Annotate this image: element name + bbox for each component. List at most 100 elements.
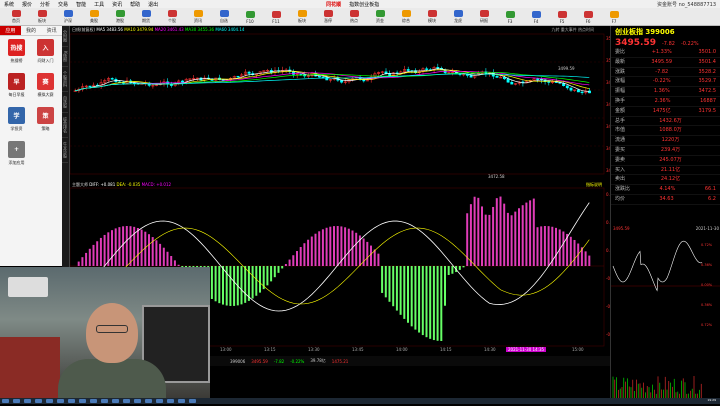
- side-tab-5[interactable]: 牛叉诊股: [62, 138, 68, 163]
- toolbar-button-7[interactable]: 资讯: [186, 9, 210, 24]
- toolbar-icon: [479, 10, 489, 17]
- toolbar-icon: [427, 10, 437, 17]
- indicator-help[interactable]: 指标说明: [586, 182, 602, 188]
- toolbar-button-2[interactable]: 沪深: [56, 9, 80, 24]
- side-tab-0[interactable]: 分时图: [62, 26, 68, 47]
- menu-item-exit[interactable]: 退出: [144, 1, 162, 8]
- toolbar-button-4[interactable]: 港股: [108, 9, 132, 24]
- taskbar-app-icon[interactable]: [112, 399, 119, 403]
- toolbar-button-11[interactable]: 板块: [290, 9, 314, 24]
- macd-bar: [277, 266, 280, 273]
- dea-label: DEA: -0.035: [116, 182, 141, 187]
- toolbar-button-17[interactable]: 龙虎: [446, 9, 470, 24]
- menu-item-system[interactable]: 系统: [0, 1, 18, 8]
- app-6[interactable]: + 添加应用: [3, 141, 30, 173]
- macd-bar: [99, 237, 102, 266]
- indicator-title[interactable]: 主题大师: [72, 182, 88, 187]
- taskbar-app-icon[interactable]: [189, 399, 196, 403]
- chart-top-tabs[interactable]: 九转 重大事件 热点时间: [551, 27, 594, 33]
- quote-row: 委买 239.4万: [611, 146, 720, 156]
- toolbar-button-16[interactable]: 模块: [420, 9, 444, 24]
- toolbar-button-21[interactable]: F5: [550, 9, 574, 24]
- menu-item-analysis[interactable]: 分析: [36, 1, 54, 8]
- app-3[interactable]: 赛模拟大赛: [32, 73, 59, 105]
- lamp: [8, 277, 48, 297]
- toolbar-button-9[interactable]: F10: [238, 9, 262, 24]
- macd-bar: [384, 266, 387, 298]
- quote-key: 市值: [615, 127, 626, 134]
- candle-body: [317, 75, 321, 78]
- macd-bar: [484, 214, 487, 266]
- taskbar-app-icon[interactable]: [101, 399, 108, 403]
- app-0[interactable]: 热搜 热搜榜: [3, 39, 30, 71]
- taskbar-app-icon[interactable]: [156, 399, 163, 403]
- quote-value: 3528.2: [698, 68, 716, 75]
- toolbar-button-18[interactable]: 研报: [472, 9, 496, 24]
- app-label: 策略: [41, 126, 50, 131]
- toolbar-button-13[interactable]: 热点: [342, 9, 366, 24]
- menu-item-quote[interactable]: 报价: [18, 1, 36, 8]
- taskbar-app-icon[interactable]: [134, 399, 141, 403]
- candle-body: [247, 71, 251, 74]
- menu-item-smart[interactable]: 智能: [72, 1, 90, 8]
- toolbar-button-23[interactable]: F7: [602, 9, 626, 24]
- taskbar-app-icon[interactable]: [79, 399, 86, 403]
- ma20-label: MA20 3461.43: [154, 27, 184, 32]
- apps-tab-mine[interactable]: 我的: [20, 26, 42, 36]
- mini-intraday[interactable]: 3495.59 2021-11-30 0.72% 0.36% 0.00% 0.36% 0…: [611, 226, 720, 398]
- apps-tab-apps[interactable]: 应用: [0, 26, 21, 36]
- side-tab-1[interactable]: K线图: [62, 47, 68, 67]
- toolbar-icon: [141, 10, 151, 17]
- macd-bar: [573, 239, 576, 266]
- side-tab-4[interactable]: 综合排名: [62, 113, 68, 138]
- taskbar-app-icon[interactable]: [90, 399, 97, 403]
- taskbar-app-icon[interactable]: [167, 399, 174, 403]
- toolbar-button-19[interactable]: F3: [498, 9, 522, 24]
- taskbar-app-icon[interactable]: [178, 399, 185, 403]
- apps-tab-news[interactable]: 资讯: [41, 26, 63, 36]
- toolbar-button-8[interactable]: 自选: [212, 9, 236, 24]
- side-tab-3[interactable]: 自选股: [62, 92, 68, 113]
- app-5[interactable]: 策策略: [32, 107, 59, 139]
- menu-item-trade[interactable]: 交易: [54, 1, 72, 8]
- toolbar-button-22[interactable]: F6: [576, 9, 600, 24]
- toolbar-label: F3: [507, 19, 513, 24]
- toolbar-icon: [297, 10, 307, 17]
- webcam-overlay: [0, 267, 210, 398]
- app-4[interactable]: 学学投资: [3, 107, 30, 139]
- taskbar-app-icon[interactable]: [57, 399, 64, 403]
- side-tab-2[interactable]: 个股资料: [62, 67, 68, 92]
- app-1[interactable]: 入问财入门: [32, 39, 59, 71]
- toolbar-button-1[interactable]: 板块: [30, 9, 54, 24]
- quote-row: 涨跌 -7.82 3528.2: [611, 68, 720, 78]
- menu-item-help[interactable]: 帮助: [126, 1, 144, 8]
- toolbar-icon: [63, 10, 73, 17]
- toolbar-button-15[interactable]: 综合: [394, 9, 418, 24]
- taskbar-app-icon[interactable]: [123, 399, 130, 403]
- app-2[interactable]: 早每日早报: [3, 73, 30, 105]
- candle-body: [510, 81, 514, 85]
- macd-bar: [270, 266, 273, 282]
- candle-body: [469, 75, 473, 78]
- toolbar-label: F4: [533, 19, 539, 24]
- taskbar-app-icon[interactable]: [35, 399, 42, 403]
- toolbar-button-5[interactable]: 期货: [134, 9, 158, 24]
- macd-bar: [296, 251, 298, 266]
- menu-item-tools[interactable]: 工具: [90, 1, 108, 8]
- taskbar-app-icon[interactable]: [46, 399, 53, 403]
- toolbar-button-0[interactable]: 首页: [4, 9, 28, 24]
- toolbar-button-10[interactable]: F11: [264, 9, 288, 24]
- taskbar-app-icon[interactable]: [13, 399, 20, 403]
- macd-bar: [477, 197, 480, 266]
- macd-bar: [177, 264, 180, 266]
- taskbar-app-icon[interactable]: [145, 399, 152, 403]
- taskbar-app-icon[interactable]: [2, 399, 9, 403]
- toolbar-button-14[interactable]: 资金: [368, 9, 392, 24]
- toolbar-button-12[interactable]: 涨停: [316, 9, 340, 24]
- toolbar-button-3[interactable]: 美股: [82, 9, 106, 24]
- toolbar-button-6[interactable]: 个股: [160, 9, 184, 24]
- toolbar-button-20[interactable]: F4: [524, 9, 548, 24]
- taskbar-app-icon[interactable]: [24, 399, 31, 403]
- menu-item-news[interactable]: 资讯: [108, 1, 126, 8]
- taskbar-app-icon[interactable]: [68, 399, 75, 403]
